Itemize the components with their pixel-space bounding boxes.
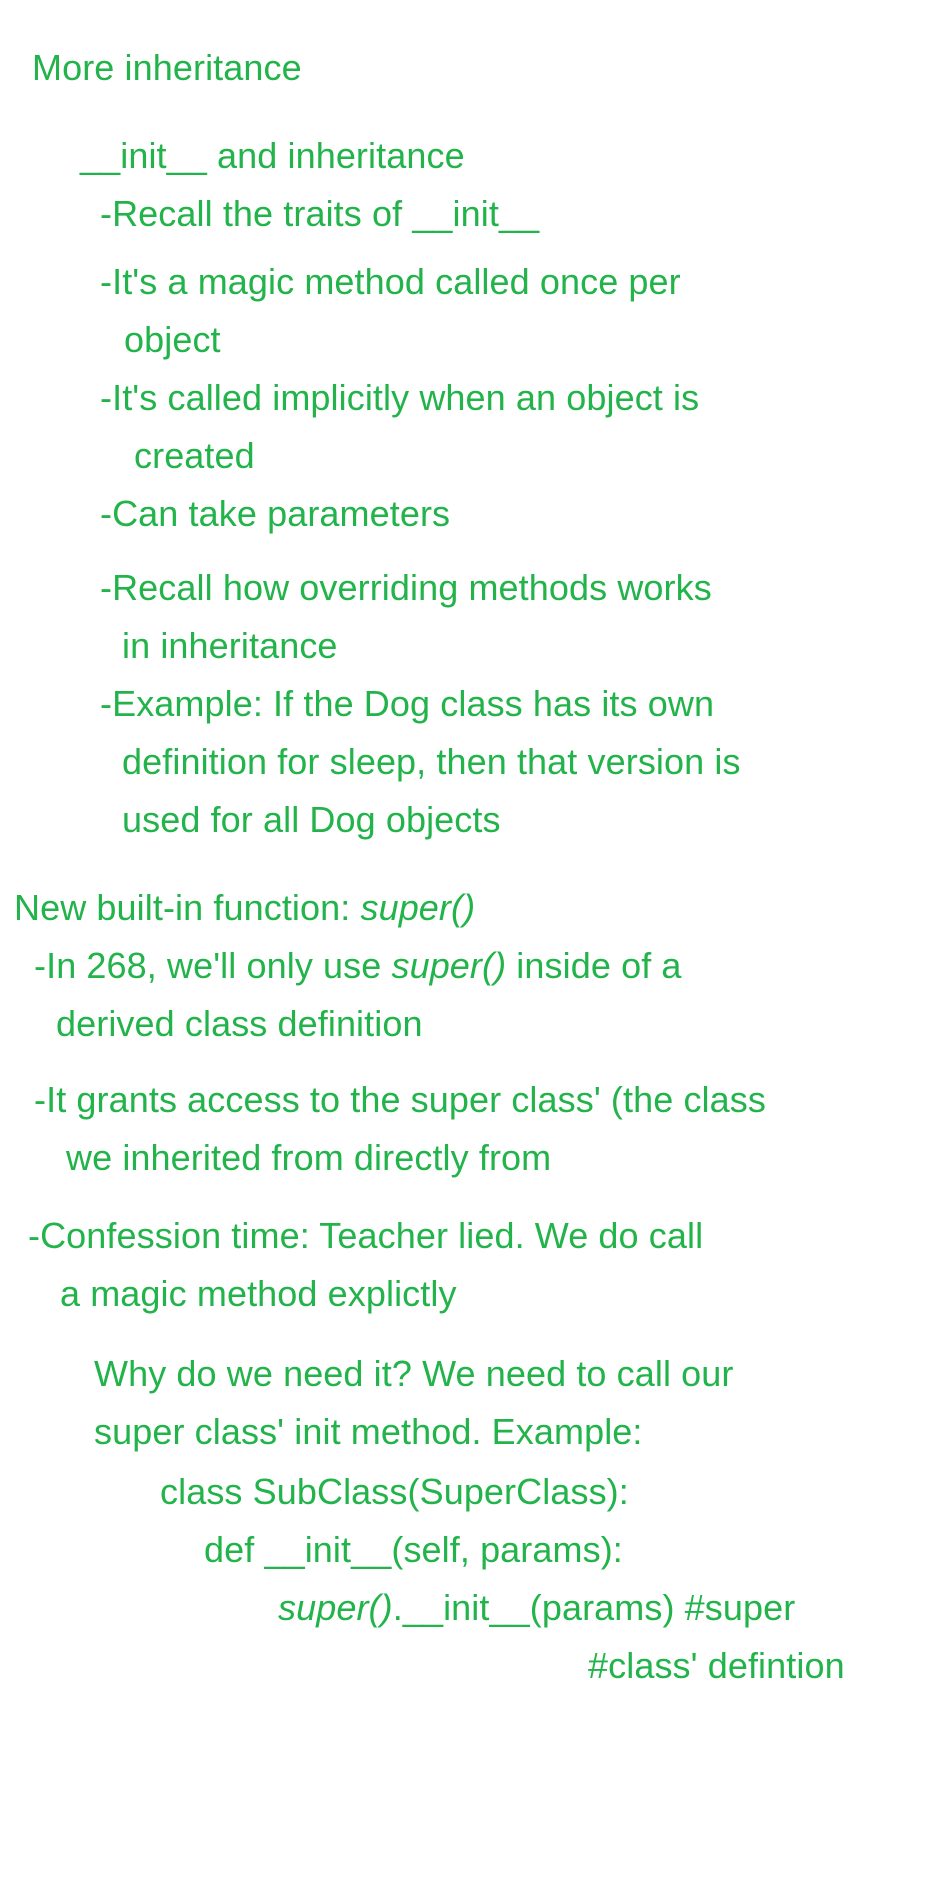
why-continuation: super class' init method. Example:	[94, 1411, 643, 1452]
init-section-heading: __init__ and inheritance	[80, 135, 465, 176]
grants-continuation: we inherited from directly from	[66, 1137, 552, 1178]
code-super-rest: .__init__(params) #super	[392, 1587, 796, 1628]
confession-continuation: a magic method explictly	[60, 1273, 457, 1314]
overriding-line: -Recall how overriding methods works	[100, 567, 712, 608]
overriding-continuation: in inheritance	[122, 625, 338, 666]
super-heading-keyword: super()	[360, 887, 476, 928]
usage-continuation: derived class definition	[56, 1003, 423, 1044]
usage-prefix: -In 268, we'll only use	[34, 945, 392, 986]
magic-method-continuation: object	[124, 319, 221, 360]
parameters-line: -Can take parameters	[100, 493, 451, 534]
grants-line: -It grants access to the super class' (t…	[34, 1079, 766, 1120]
code-comment-line: #class' defintion	[588, 1645, 845, 1686]
example-conclusion: used for all Dog objects	[122, 799, 501, 840]
super-section-heading: New built-in function: super()	[14, 886, 475, 930]
code-def-line: def __init__(self, params):	[204, 1529, 623, 1570]
usage-keyword: super()	[391, 945, 507, 986]
usage-line: -In 268, we'll only use super() inside o…	[34, 944, 682, 988]
confession-line: -Confession time: Teacher lied. We do ca…	[28, 1215, 704, 1256]
called-implicitly-line: -It's called implicitly when an object i…	[100, 377, 700, 418]
usage-suffix: inside of a	[506, 945, 682, 986]
why-line: Why do we need it? We need to call our	[94, 1353, 734, 1394]
example-continuation: definition for sleep, then that version …	[122, 741, 741, 782]
code-super-call-line: super().__init__(params) #super	[278, 1586, 795, 1630]
recall-traits-line: -Recall the traits of __init__	[100, 193, 540, 234]
magic-method-line: -It's a magic method called once per	[100, 261, 681, 302]
called-implicitly-continuation: created	[134, 435, 255, 476]
handwritten-notes-page: More inheritance __init__ and inheritanc…	[0, 0, 928, 1896]
super-heading-prefix: New built-in function:	[14, 887, 361, 928]
code-class-line: class SubClass(SuperClass):	[160, 1471, 629, 1512]
notes-title: More inheritance	[32, 47, 302, 88]
example-line: -Example: If the Dog class has its own	[100, 683, 715, 724]
code-super-keyword: super()	[278, 1587, 393, 1628]
